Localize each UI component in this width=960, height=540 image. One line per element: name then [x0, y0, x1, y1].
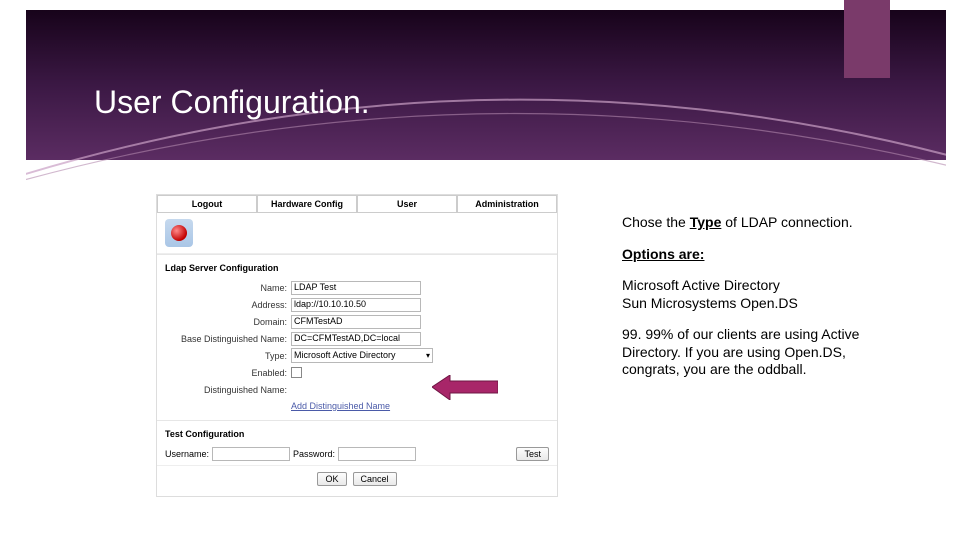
- button-ok[interactable]: OK: [317, 472, 346, 486]
- side-p2: Options are:: [622, 246, 902, 264]
- record-icon[interactable]: [165, 219, 193, 247]
- button-test[interactable]: Test: [516, 447, 549, 461]
- tab-hardware[interactable]: Hardware Config: [257, 195, 357, 213]
- label-address: Address:: [165, 300, 287, 310]
- label-enabled: Enabled:: [165, 368, 287, 378]
- input-username[interactable]: [212, 447, 290, 461]
- input-basedn[interactable]: DC=CFMTestAD,DC=local: [291, 332, 421, 346]
- label-username: Username:: [165, 449, 209, 459]
- type-word: Type: [690, 214, 722, 230]
- slide-title: User Configuration.: [94, 84, 370, 121]
- bottom-buttons: OK Cancel: [157, 465, 557, 496]
- label-domain: Domain:: [165, 317, 287, 327]
- label-name: Name:: [165, 283, 287, 293]
- label-dn: Distinguished Name:: [165, 385, 287, 395]
- nav-tabs: Logout Hardware Config User Administrati…: [157, 195, 557, 213]
- button-cancel[interactable]: Cancel: [353, 472, 397, 486]
- side-p3: Microsoft Active Directory Sun Microsyst…: [622, 277, 902, 312]
- tab-user[interactable]: User: [357, 195, 457, 213]
- app-screenshot: Logout Hardware Config User Administrati…: [156, 194, 558, 497]
- label-password: Password:: [293, 449, 335, 459]
- side-p1: Chose the Type of LDAP connection.: [622, 214, 902, 232]
- link-add-dn[interactable]: Add Distinguished Name: [291, 401, 390, 411]
- arrow-pointer: [432, 375, 498, 400]
- toolbar: [157, 213, 557, 254]
- side-text: Chose the Type of LDAP connection. Optio…: [622, 214, 902, 393]
- panel-ldap-title: Ldap Server Configuration: [157, 254, 557, 277]
- tab-logout[interactable]: Logout: [157, 195, 257, 213]
- select-type[interactable]: Microsoft Active Directory: [291, 348, 433, 363]
- input-password[interactable]: [338, 447, 416, 461]
- label-basedn: Base Distinguished Name:: [165, 334, 287, 344]
- input-domain[interactable]: CFMTestAD: [291, 315, 421, 329]
- input-address[interactable]: ldap://10.10.10.50: [291, 298, 421, 312]
- checkbox-enabled[interactable]: [291, 367, 302, 378]
- accent-tab: [844, 0, 890, 78]
- tab-admin[interactable]: Administration: [457, 195, 557, 213]
- label-type: Type:: [165, 351, 287, 361]
- side-p4: 99. 99% of our clients are using Active …: [622, 326, 902, 379]
- test-row: Username: Password: Test: [157, 443, 557, 465]
- panel-test-title: Test Configuration: [157, 420, 557, 443]
- input-name[interactable]: LDAP Test: [291, 281, 421, 295]
